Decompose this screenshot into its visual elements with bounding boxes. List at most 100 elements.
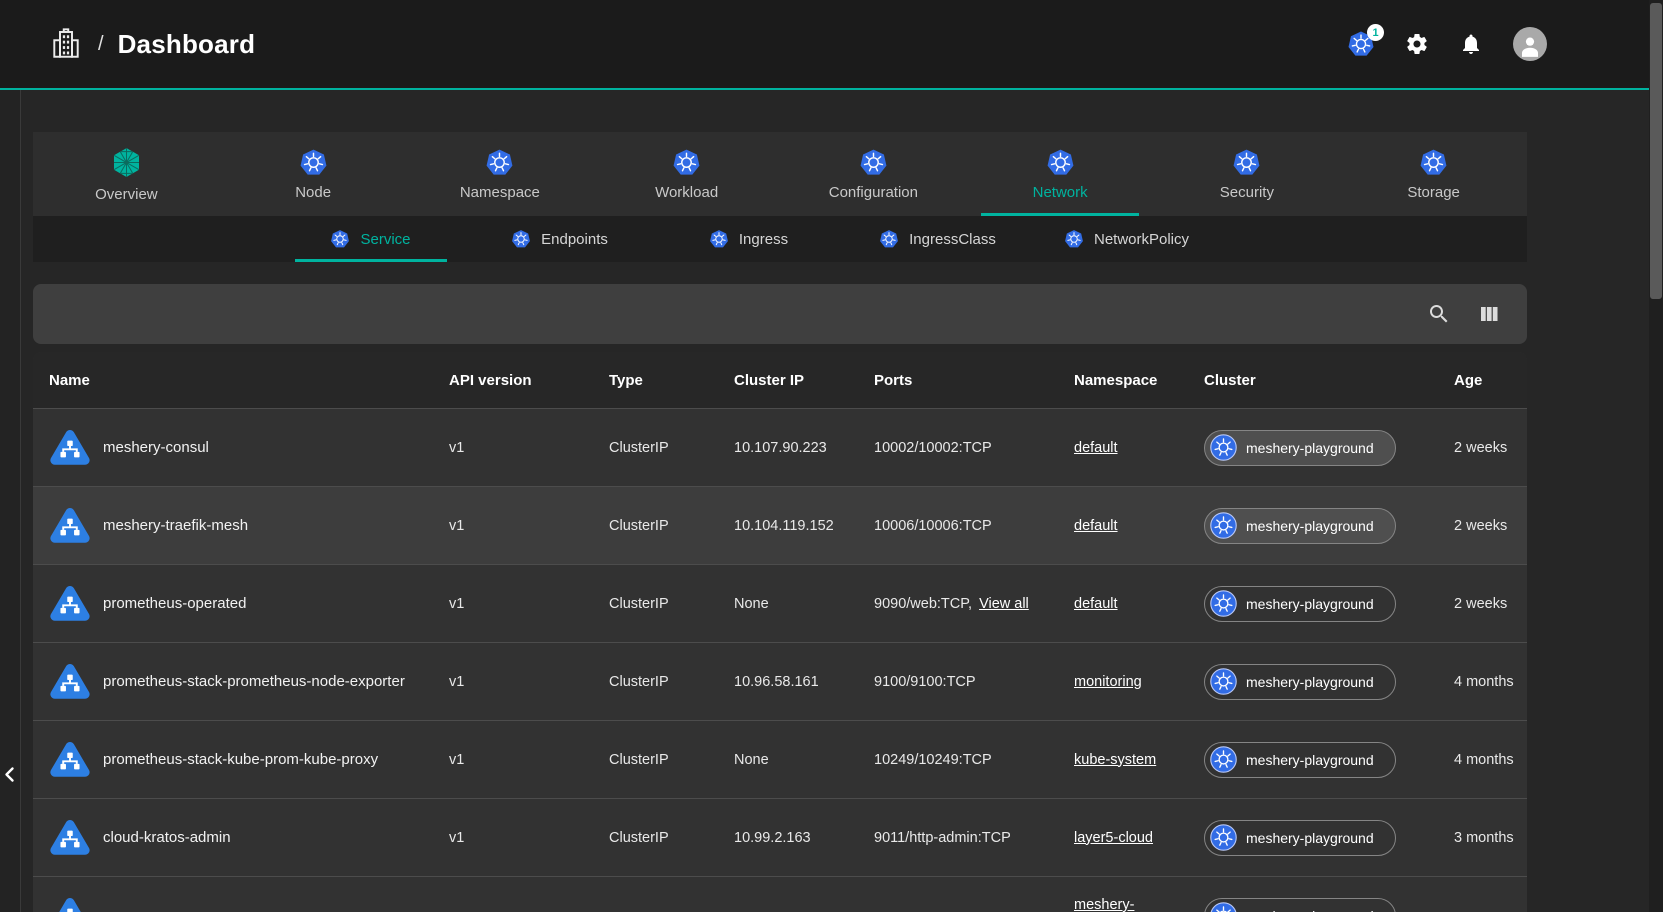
- cluster-cell: meshery-playground: [1204, 820, 1454, 856]
- age-cell: 2 weeks: [1454, 440, 1527, 456]
- kubernetes-icon: [1064, 229, 1084, 249]
- table-row[interactable]: meshery-traefik-meshv1ClusterIP10.104.11…: [33, 486, 1527, 564]
- kubernetes-icon: [1210, 590, 1237, 617]
- cluster-ip-cell: 10.99.2.163: [734, 830, 874, 846]
- subtab-ingress[interactable]: Ingress: [654, 216, 843, 262]
- subtab-endpoints[interactable]: Endpoints: [465, 216, 654, 262]
- meshery-logo-icon: [110, 146, 143, 179]
- active-subtab-indicator: [295, 259, 447, 262]
- breadcrumb: / Dashboard: [0, 26, 255, 62]
- column-header-age: Age: [1454, 372, 1527, 389]
- table-row[interactable]: meshery-meshery-playground: [33, 876, 1527, 912]
- ports-cell: 9011/http-admin:TCP: [874, 830, 1074, 846]
- subtab-spacer: [33, 216, 276, 262]
- cluster-chip[interactable]: meshery-playground: [1204, 742, 1396, 778]
- service-name: prometheus-stack-prometheus-node-exporte…: [103, 673, 405, 690]
- kubernetes-icon: [511, 229, 531, 249]
- name-cell: meshery-consul: [49, 427, 449, 469]
- type-cell: ClusterIP: [609, 518, 734, 534]
- table-row[interactable]: prometheus-stack-kube-prom-kube-proxyv1C…: [33, 720, 1527, 798]
- namespace-cell: monitoring: [1074, 674, 1204, 690]
- namespace-cell: meshery-: [1074, 877, 1204, 912]
- services-table: NameAPI versionTypeCluster IPPortsNamesp…: [33, 352, 1527, 912]
- type-cell: ClusterIP: [609, 596, 734, 612]
- user-avatar[interactable]: [1513, 27, 1547, 61]
- kubernetes-icon: [1210, 746, 1237, 773]
- tab-label: Security: [1220, 184, 1274, 201]
- cluster-chip[interactable]: meshery-playground: [1204, 898, 1396, 912]
- subtab-label: NetworkPolicy: [1094, 231, 1189, 248]
- collapse-drawer-chevron-left-icon[interactable]: [0, 762, 22, 792]
- header-actions: 1: [1347, 27, 1663, 61]
- organization-building-icon[interactable]: [48, 26, 84, 62]
- tab-security[interactable]: Security: [1154, 132, 1341, 216]
- kubernetes-icon: [1210, 512, 1237, 539]
- column-header-namespace: Namespace: [1074, 372, 1204, 389]
- namespace-link[interactable]: layer5-cloud: [1074, 830, 1153, 846]
- table-row[interactable]: meshery-consulv1ClusterIP10.107.90.22310…: [33, 408, 1527, 486]
- service-name: prometheus-stack-kube-prom-kube-proxy: [103, 751, 378, 768]
- subtab-label: Ingress: [739, 231, 788, 248]
- table-row[interactable]: prometheus-stack-prometheus-node-exporte…: [33, 642, 1527, 720]
- namespace-link[interactable]: meshery-: [1074, 897, 1134, 912]
- name-cell: [49, 895, 449, 912]
- page-scrollbar: [1649, 0, 1663, 912]
- api-version-cell: v1: [449, 674, 609, 690]
- subtab-networkpolicy[interactable]: NetworkPolicy: [1032, 216, 1221, 262]
- table-row[interactable]: cloud-kratos-adminv1ClusterIP10.99.2.163…: [33, 798, 1527, 876]
- cluster-cell: meshery-playground: [1204, 586, 1454, 622]
- name-cell: prometheus-stack-prometheus-node-exporte…: [49, 661, 449, 703]
- namespace-link[interactable]: kube-system: [1074, 752, 1156, 768]
- service-icon: [49, 505, 91, 547]
- kubernetes-icon: [485, 148, 514, 177]
- cluster-chip[interactable]: meshery-playground: [1204, 430, 1396, 466]
- column-header-cluster-ip: Cluster IP: [734, 372, 874, 389]
- name-cell: prometheus-operated: [49, 583, 449, 625]
- cluster-chip[interactable]: meshery-playground: [1204, 664, 1396, 700]
- namespace-link[interactable]: default: [1074, 440, 1118, 456]
- namespace-cell: kube-system: [1074, 752, 1204, 768]
- kubernetes-icon: [1210, 668, 1237, 695]
- kubernetes-icon: [299, 148, 328, 177]
- tab-overview[interactable]: Overview: [33, 132, 220, 216]
- cluster-chip[interactable]: meshery-playground: [1204, 586, 1396, 622]
- kubernetes-context-icon[interactable]: 1: [1347, 30, 1375, 58]
- type-cell: ClusterIP: [609, 674, 734, 690]
- tab-network[interactable]: Network: [967, 132, 1154, 216]
- subtab-service[interactable]: Service: [276, 216, 465, 262]
- subtab-ingressclass[interactable]: IngressClass: [843, 216, 1032, 262]
- cluster-chip[interactable]: meshery-playground: [1204, 820, 1396, 856]
- namespace-link[interactable]: monitoring: [1074, 674, 1142, 690]
- namespace-link[interactable]: default: [1074, 596, 1118, 612]
- services-table-body: meshery-consulv1ClusterIP10.107.90.22310…: [33, 408, 1527, 912]
- api-version-cell: v1: [449, 830, 609, 846]
- ports-cell: 10002/10002:TCP: [874, 440, 1074, 456]
- column-header-api-version: API version: [449, 372, 609, 389]
- tab-node[interactable]: Node: [220, 132, 407, 216]
- cluster-ip-cell: 10.104.119.152: [734, 518, 874, 534]
- search-icon[interactable]: [1427, 302, 1451, 326]
- tab-label: Workload: [655, 184, 718, 201]
- ports-cell: 9090/web:TCP,View all: [874, 596, 1074, 612]
- view-all-link[interactable]: View all: [979, 596, 1029, 612]
- service-icon: [49, 583, 91, 625]
- settings-gear-icon[interactable]: [1405, 32, 1429, 56]
- tab-configuration[interactable]: Configuration: [780, 132, 967, 216]
- tab-storage[interactable]: Storage: [1340, 132, 1527, 216]
- resource-tabbar: OverviewNodeNamespace Workload Configurati…: [33, 132, 1527, 216]
- view-columns-icon[interactable]: [1477, 302, 1501, 326]
- table-toolbar: [33, 284, 1527, 344]
- scrollbar-thumb[interactable]: [1650, 3, 1662, 299]
- tab-namespace[interactable]: Namespace: [407, 132, 594, 216]
- cluster-cell: meshery-playground: [1204, 742, 1454, 778]
- notifications-bell-icon[interactable]: [1459, 32, 1483, 56]
- cluster-chip-label: meshery-playground: [1246, 440, 1374, 456]
- kubernetes-icon: [1210, 824, 1237, 851]
- age-cell: 2 weeks: [1454, 596, 1527, 612]
- namespace-link[interactable]: default: [1074, 518, 1118, 534]
- cluster-chip-label: meshery-playground: [1246, 596, 1374, 612]
- table-row[interactable]: prometheus-operatedv1ClusterIPNone9090/w…: [33, 564, 1527, 642]
- service-icon: [49, 817, 91, 859]
- cluster-chip[interactable]: meshery-playground: [1204, 508, 1396, 544]
- tab-workload[interactable]: Workload: [593, 132, 780, 216]
